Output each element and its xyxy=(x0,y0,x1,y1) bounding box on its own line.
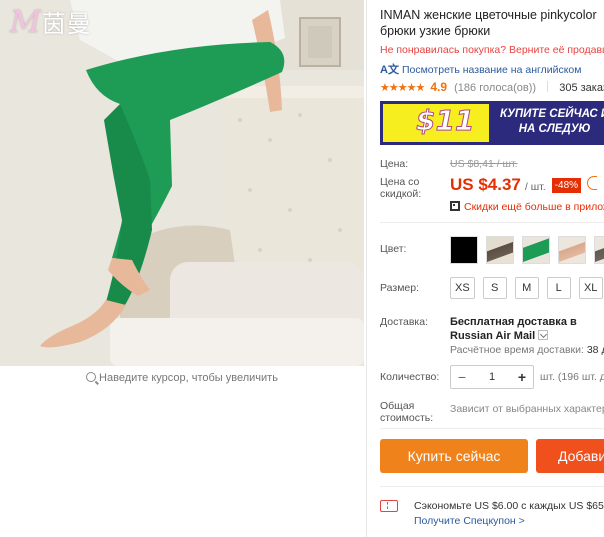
stock-note: шт. (196 шт. д xyxy=(540,371,604,383)
rating-stars: ★★★★★ xyxy=(380,82,425,94)
size-xs[interactable]: XS xyxy=(450,277,475,299)
color-swatches xyxy=(450,236,604,264)
decrease-quantity-button[interactable]: − xyxy=(451,366,473,388)
product-image[interactable]: M茵曼 xyxy=(0,0,364,366)
product-title: INMAN женские цветочные pinkycolor брюки… xyxy=(380,8,601,38)
qr-code-icon xyxy=(450,201,460,211)
coupon-icon xyxy=(380,500,398,512)
divider xyxy=(547,81,549,92)
size-xl[interactable]: XL xyxy=(578,277,603,299)
get-coupon-link[interactable]: Получите Спецкупон > xyxy=(414,515,525,527)
size-l[interactable]: L xyxy=(546,277,571,299)
return-policy-link[interactable]: Не понравилась покупка? Верните её прода… xyxy=(380,44,604,56)
brand-logo: M茵曼 xyxy=(10,5,92,40)
discount-price-label: Цена со скидкой: xyxy=(380,176,422,200)
magnifier-icon xyxy=(86,372,97,382)
delivery-time: Расчётное время доставки: 38 д xyxy=(450,344,604,356)
product-photo-illustration xyxy=(0,0,364,366)
total-label: Общая стоимость: xyxy=(380,400,434,424)
orders-count: 305 заказ xyxy=(559,82,604,94)
swatch-black[interactable] xyxy=(450,236,478,264)
coupon-text: Сэкономьте US $6.00 с каждых US $65.00 xyxy=(414,500,604,512)
app-discount-link[interactable]: Скидки ещё больше в прилож xyxy=(450,201,604,213)
promo-banner[interactable]: $11 КУПИТЕ СЕЙЧАС И НА СЛЕДУЮ xyxy=(380,101,604,145)
quantity-stepper: − 1 + xyxy=(450,365,534,389)
rating-value: 4.9 xyxy=(430,80,448,94)
shipping-method[interactable]: Бесплатная доставка в Russian Air Mail xyxy=(450,315,604,343)
quantity-label: Количество: xyxy=(380,371,440,383)
rating-row: ★★★★★ 4.9 (186 голоса(ов)) 305 заказ xyxy=(380,80,604,94)
translate-icon: A文 xyxy=(380,64,399,76)
column-divider xyxy=(366,0,367,537)
size-s[interactable]: S xyxy=(482,277,507,299)
add-to-cart-button[interactable]: Добави xyxy=(536,439,604,473)
sale-price: US $4.37/ шт. -48% xyxy=(450,175,598,195)
rating-votes-link[interactable]: (186 голоса(ов)) xyxy=(454,82,536,94)
price-label: Цена: xyxy=(380,158,409,170)
size-label: Размер: xyxy=(380,282,420,294)
section-divider xyxy=(380,222,604,223)
size-m[interactable]: M xyxy=(514,277,539,299)
banner-price: $11 xyxy=(415,104,475,138)
swatch-nude[interactable] xyxy=(558,236,586,264)
swatch-grey[interactable] xyxy=(594,236,604,264)
discount-badge: -48% xyxy=(551,178,582,193)
swatch-green[interactable] xyxy=(522,236,550,264)
zoom-hint: Наведите курсор, чтобы увеличить xyxy=(0,372,364,384)
section-divider xyxy=(380,486,604,487)
increase-quantity-button[interactable]: + xyxy=(511,366,533,388)
buy-now-button[interactable]: Купить сейчас xyxy=(380,439,528,473)
shipping-label: Доставка: xyxy=(380,316,429,328)
total-note: Зависит от выбранных характер xyxy=(450,403,604,415)
swatch-brown-print[interactable] xyxy=(486,236,514,264)
quantity-input[interactable]: 1 xyxy=(473,366,511,388)
banner-text: КУПИТЕ СЕЙЧАС И НА СЛЕДУЮ xyxy=(500,108,604,135)
chevron-down-icon[interactable] xyxy=(538,330,549,340)
translate-title-link[interactable]: A文 Посмотреть название на английском xyxy=(380,61,581,77)
original-price: US $8,41 / шт. xyxy=(450,158,518,170)
coupon-ring-icon xyxy=(587,176,598,190)
color-label: Цвет: xyxy=(380,243,407,255)
section-divider xyxy=(380,428,604,429)
size-options: XS S M L XL xyxy=(450,277,604,299)
